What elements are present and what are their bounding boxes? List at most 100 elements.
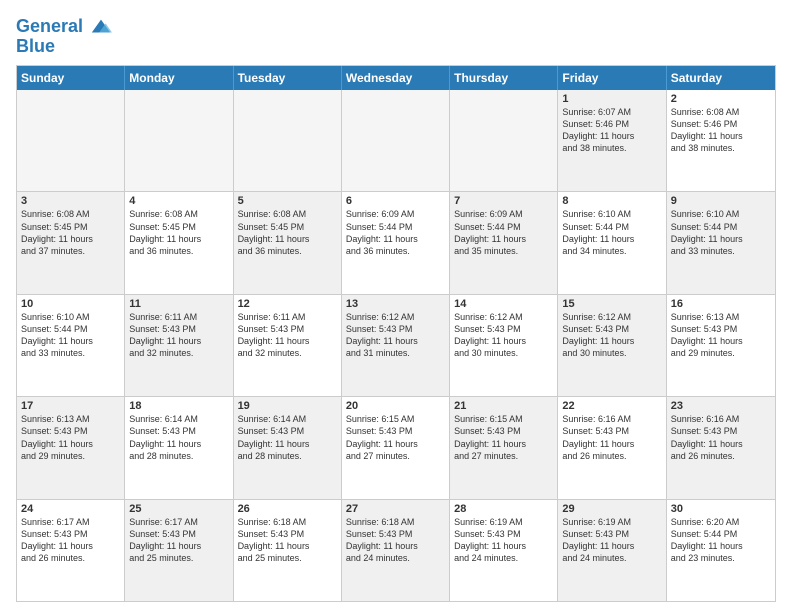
calendar-cell: 15Sunrise: 6:12 AM Sunset: 5:43 PM Dayli… xyxy=(558,295,666,396)
day-number: 16 xyxy=(671,298,771,310)
header-cell-tuesday: Tuesday xyxy=(234,66,342,90)
day-info: Sunrise: 6:14 AM Sunset: 5:43 PM Dayligh… xyxy=(129,413,228,462)
day-info: Sunrise: 6:17 AM Sunset: 5:43 PM Dayligh… xyxy=(21,516,120,565)
logo: General Blue xyxy=(16,16,112,57)
page: General Blue SundayMondayTuesdayWednesda… xyxy=(0,0,792,612)
calendar-cell: 16Sunrise: 6:13 AM Sunset: 5:43 PM Dayli… xyxy=(667,295,775,396)
day-info: Sunrise: 6:08 AM Sunset: 5:45 PM Dayligh… xyxy=(21,208,120,257)
calendar-cell: 2Sunrise: 6:08 AM Sunset: 5:46 PM Daylig… xyxy=(667,90,775,191)
day-number: 9 xyxy=(671,195,771,207)
day-number: 28 xyxy=(454,503,553,515)
calendar-cell: 20Sunrise: 6:15 AM Sunset: 5:43 PM Dayli… xyxy=(342,397,450,498)
day-number: 2 xyxy=(671,93,771,105)
calendar-row-1: 1Sunrise: 6:07 AM Sunset: 5:46 PM Daylig… xyxy=(17,90,775,192)
calendar-cell: 10Sunrise: 6:10 AM Sunset: 5:44 PM Dayli… xyxy=(17,295,125,396)
day-info: Sunrise: 6:12 AM Sunset: 5:43 PM Dayligh… xyxy=(562,311,661,360)
header-cell-sunday: Sunday xyxy=(17,66,125,90)
day-info: Sunrise: 6:16 AM Sunset: 5:43 PM Dayligh… xyxy=(562,413,661,462)
day-number: 5 xyxy=(238,195,337,207)
day-number: 30 xyxy=(671,503,771,515)
day-number: 19 xyxy=(238,400,337,412)
header-cell-thursday: Thursday xyxy=(450,66,558,90)
calendar-row-3: 10Sunrise: 6:10 AM Sunset: 5:44 PM Dayli… xyxy=(17,295,775,397)
logo-text: General xyxy=(16,16,112,38)
day-number: 18 xyxy=(129,400,228,412)
header-cell-wednesday: Wednesday xyxy=(342,66,450,90)
day-info: Sunrise: 6:17 AM Sunset: 5:43 PM Dayligh… xyxy=(129,516,228,565)
calendar-cell: 17Sunrise: 6:13 AM Sunset: 5:43 PM Dayli… xyxy=(17,397,125,498)
calendar-cell: 19Sunrise: 6:14 AM Sunset: 5:43 PM Dayli… xyxy=(234,397,342,498)
header-cell-friday: Friday xyxy=(558,66,666,90)
day-info: Sunrise: 6:10 AM Sunset: 5:44 PM Dayligh… xyxy=(21,311,120,360)
day-info: Sunrise: 6:15 AM Sunset: 5:43 PM Dayligh… xyxy=(454,413,553,462)
calendar-cell: 24Sunrise: 6:17 AM Sunset: 5:43 PM Dayli… xyxy=(17,500,125,601)
header: General Blue xyxy=(16,12,776,57)
calendar-cell: 6Sunrise: 6:09 AM Sunset: 5:44 PM Daylig… xyxy=(342,192,450,293)
calendar-cell xyxy=(342,90,450,191)
day-number: 14 xyxy=(454,298,553,310)
day-number: 25 xyxy=(129,503,228,515)
calendar-cell: 14Sunrise: 6:12 AM Sunset: 5:43 PM Dayli… xyxy=(450,295,558,396)
header-cell-saturday: Saturday xyxy=(667,66,775,90)
calendar-cell: 23Sunrise: 6:16 AM Sunset: 5:43 PM Dayli… xyxy=(667,397,775,498)
day-info: Sunrise: 6:07 AM Sunset: 5:46 PM Dayligh… xyxy=(562,106,661,155)
day-info: Sunrise: 6:19 AM Sunset: 5:43 PM Dayligh… xyxy=(562,516,661,565)
day-number: 7 xyxy=(454,195,553,207)
logo-icon xyxy=(90,16,112,38)
day-info: Sunrise: 6:08 AM Sunset: 5:46 PM Dayligh… xyxy=(671,106,771,155)
day-number: 26 xyxy=(238,503,337,515)
calendar-cell: 12Sunrise: 6:11 AM Sunset: 5:43 PM Dayli… xyxy=(234,295,342,396)
day-info: Sunrise: 6:13 AM Sunset: 5:43 PM Dayligh… xyxy=(671,311,771,360)
calendar-cell: 13Sunrise: 6:12 AM Sunset: 5:43 PM Dayli… xyxy=(342,295,450,396)
day-number: 4 xyxy=(129,195,228,207)
day-info: Sunrise: 6:18 AM Sunset: 5:43 PM Dayligh… xyxy=(346,516,445,565)
day-number: 20 xyxy=(346,400,445,412)
day-number: 12 xyxy=(238,298,337,310)
calendar-cell: 29Sunrise: 6:19 AM Sunset: 5:43 PM Dayli… xyxy=(558,500,666,601)
day-info: Sunrise: 6:19 AM Sunset: 5:43 PM Dayligh… xyxy=(454,516,553,565)
calendar-cell: 25Sunrise: 6:17 AM Sunset: 5:43 PM Dayli… xyxy=(125,500,233,601)
day-info: Sunrise: 6:14 AM Sunset: 5:43 PM Dayligh… xyxy=(238,413,337,462)
day-number: 22 xyxy=(562,400,661,412)
calendar-cell: 8Sunrise: 6:10 AM Sunset: 5:44 PM Daylig… xyxy=(558,192,666,293)
calendar-row-4: 17Sunrise: 6:13 AM Sunset: 5:43 PM Dayli… xyxy=(17,397,775,499)
day-number: 8 xyxy=(562,195,661,207)
calendar-cell: 30Sunrise: 6:20 AM Sunset: 5:44 PM Dayli… xyxy=(667,500,775,601)
day-number: 11 xyxy=(129,298,228,310)
day-info: Sunrise: 6:18 AM Sunset: 5:43 PM Dayligh… xyxy=(238,516,337,565)
calendar-cell xyxy=(125,90,233,191)
day-info: Sunrise: 6:09 AM Sunset: 5:44 PM Dayligh… xyxy=(454,208,553,257)
calendar-cell xyxy=(234,90,342,191)
day-info: Sunrise: 6:10 AM Sunset: 5:44 PM Dayligh… xyxy=(671,208,771,257)
day-info: Sunrise: 6:20 AM Sunset: 5:44 PM Dayligh… xyxy=(671,516,771,565)
calendar-cell: 11Sunrise: 6:11 AM Sunset: 5:43 PM Dayli… xyxy=(125,295,233,396)
calendar: SundayMondayTuesdayWednesdayThursdayFrid… xyxy=(16,65,776,602)
calendar-cell: 5Sunrise: 6:08 AM Sunset: 5:45 PM Daylig… xyxy=(234,192,342,293)
calendar-cell xyxy=(17,90,125,191)
calendar-cell: 18Sunrise: 6:14 AM Sunset: 5:43 PM Dayli… xyxy=(125,397,233,498)
calendar-header: SundayMondayTuesdayWednesdayThursdayFrid… xyxy=(17,66,775,90)
calendar-cell: 9Sunrise: 6:10 AM Sunset: 5:44 PM Daylig… xyxy=(667,192,775,293)
calendar-cell: 26Sunrise: 6:18 AM Sunset: 5:43 PM Dayli… xyxy=(234,500,342,601)
calendar-row-2: 3Sunrise: 6:08 AM Sunset: 5:45 PM Daylig… xyxy=(17,192,775,294)
day-info: Sunrise: 6:08 AM Sunset: 5:45 PM Dayligh… xyxy=(129,208,228,257)
day-info: Sunrise: 6:12 AM Sunset: 5:43 PM Dayligh… xyxy=(346,311,445,360)
day-info: Sunrise: 6:13 AM Sunset: 5:43 PM Dayligh… xyxy=(21,413,120,462)
calendar-body: 1Sunrise: 6:07 AM Sunset: 5:46 PM Daylig… xyxy=(17,90,775,601)
calendar-cell: 22Sunrise: 6:16 AM Sunset: 5:43 PM Dayli… xyxy=(558,397,666,498)
calendar-cell: 4Sunrise: 6:08 AM Sunset: 5:45 PM Daylig… xyxy=(125,192,233,293)
day-number: 23 xyxy=(671,400,771,412)
calendar-row-5: 24Sunrise: 6:17 AM Sunset: 5:43 PM Dayli… xyxy=(17,500,775,601)
day-number: 17 xyxy=(21,400,120,412)
day-number: 10 xyxy=(21,298,120,310)
calendar-cell xyxy=(450,90,558,191)
day-info: Sunrise: 6:08 AM Sunset: 5:45 PM Dayligh… xyxy=(238,208,337,257)
logo-blue: Blue xyxy=(16,36,112,57)
day-number: 1 xyxy=(562,93,661,105)
calendar-cell: 1Sunrise: 6:07 AM Sunset: 5:46 PM Daylig… xyxy=(558,90,666,191)
day-number: 3 xyxy=(21,195,120,207)
day-info: Sunrise: 6:10 AM Sunset: 5:44 PM Dayligh… xyxy=(562,208,661,257)
day-number: 13 xyxy=(346,298,445,310)
day-number: 27 xyxy=(346,503,445,515)
day-number: 24 xyxy=(21,503,120,515)
